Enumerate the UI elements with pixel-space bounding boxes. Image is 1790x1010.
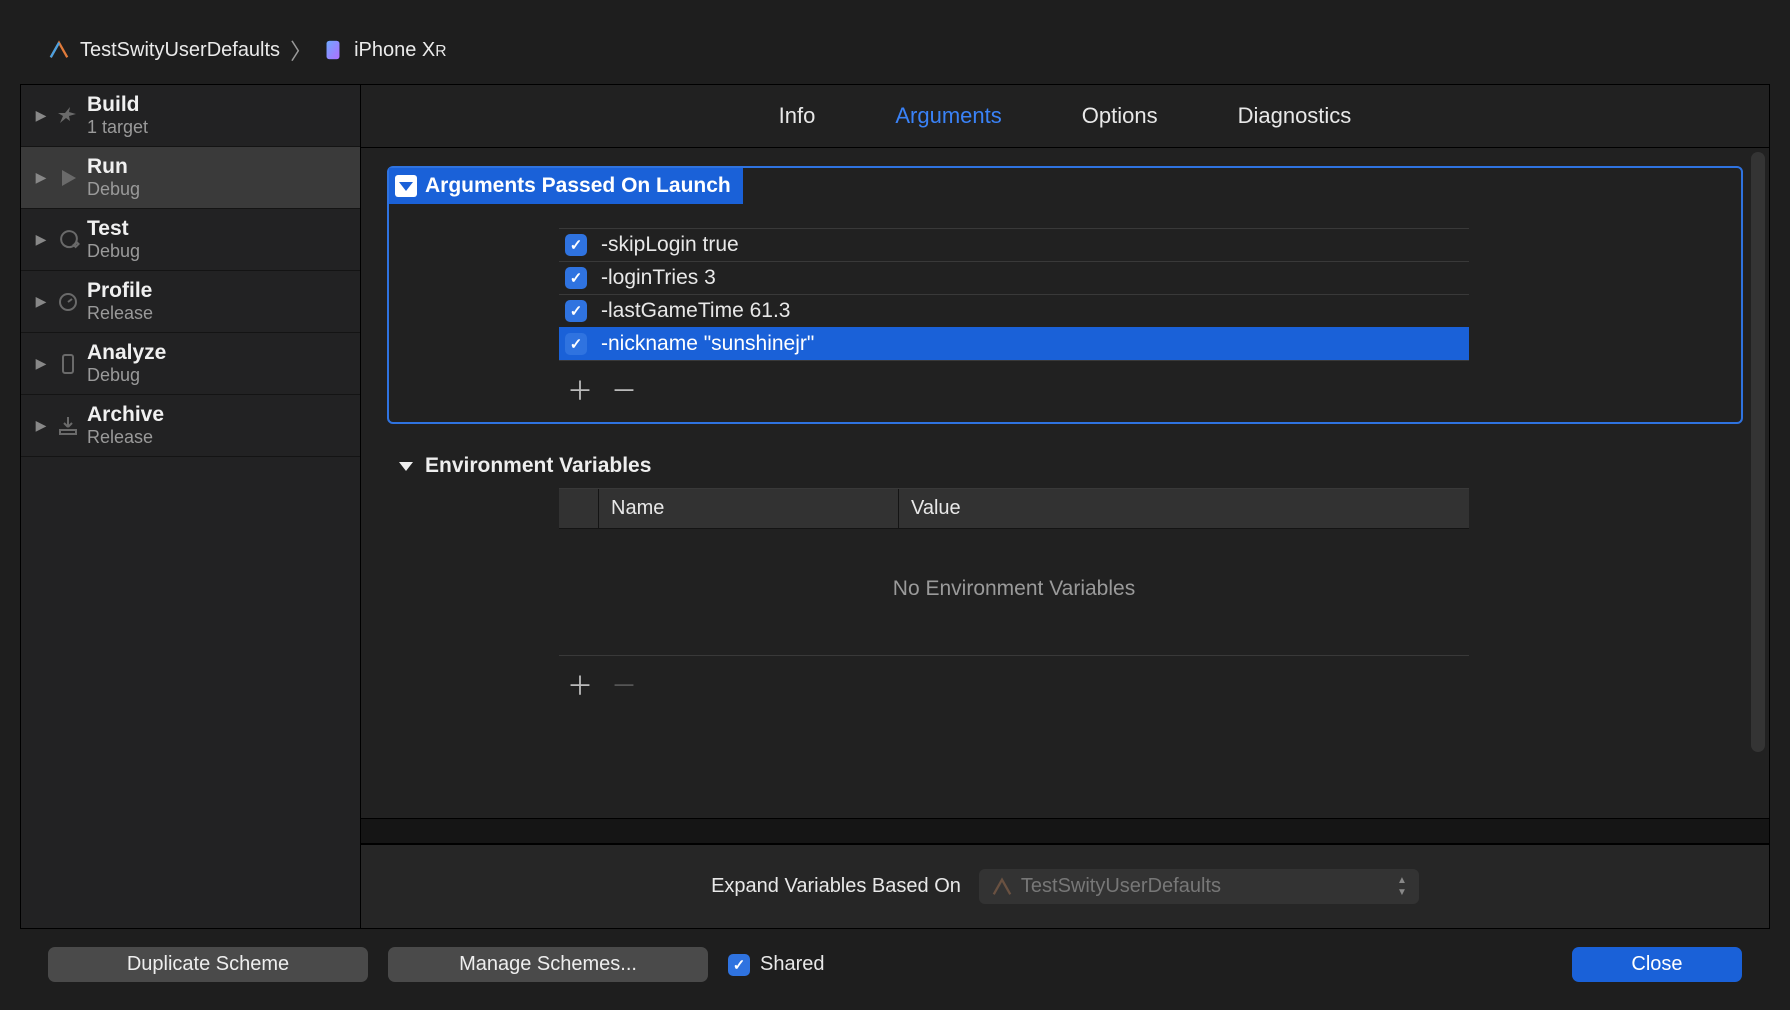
add-argument-button[interactable]: ＋	[567, 371, 593, 408]
expand-variables-bar: Expand Variables Based On TestSwityUserD…	[361, 844, 1769, 928]
sidebar-item-title: Build	[87, 93, 148, 117]
env-section-header[interactable]: Environment Variables	[389, 448, 663, 484]
sidebar-item-sub: 1 target	[87, 117, 148, 138]
arguments-section-title: Arguments Passed On Launch	[425, 174, 731, 198]
env-table-header: Name Value	[559, 489, 1469, 529]
tab-diagnostics[interactable]: Diagnostics	[1238, 103, 1352, 129]
updown-icon: ▲▼	[1397, 875, 1407, 898]
close-button[interactable]: Close	[1572, 947, 1742, 982]
sidebar-item-title: Archive	[87, 403, 164, 427]
arguments-section: Arguments Passed On Launch ✓ -skipLogin t…	[387, 166, 1743, 424]
argument-row[interactable]: ✓ -nickname "sunshinejr"	[559, 327, 1469, 361]
env-section-title: Environment Variables	[425, 454, 651, 478]
app-icon	[991, 876, 1013, 898]
env-col-name[interactable]: Name	[599, 489, 899, 528]
content: ▶Build1 target▶RunDebug▶TestDebug▶Profil…	[20, 84, 1770, 929]
expand-variables-dropdown[interactable]: TestSwityUserDefaults ▲▼	[979, 869, 1419, 904]
arguments-list: ✓ -skipLogin true ✓ -loginTries 3 ✓ -lastGame…	[559, 228, 1469, 361]
scrollbar[interactable]	[1751, 152, 1765, 752]
argument-enabled-checkbox[interactable]: ✓	[565, 333, 587, 355]
checkbox-icon: ✓	[728, 954, 750, 976]
argument-text[interactable]: -loginTries 3	[601, 266, 716, 290]
sidebar-item-sub: Release	[87, 427, 164, 448]
sidebar-item-title: Test	[87, 217, 140, 241]
sidebar: ▶Build1 target▶RunDebug▶TestDebug▶Profil…	[21, 85, 361, 928]
env-add-remove: ＋ －	[567, 666, 1741, 703]
sidebar-item-sub: Release	[87, 303, 153, 324]
argument-row[interactable]: ✓ -lastGameTime 61.3	[559, 294, 1469, 327]
sidebar-item-analyze[interactable]: ▶ AnalyzeDebug	[21, 333, 360, 395]
sidebar-item-title: Run	[87, 155, 140, 179]
argument-enabled-checkbox[interactable]: ✓	[565, 267, 587, 289]
disclosure-triangle-icon[interactable]: ▶	[33, 169, 49, 186]
arguments-add-remove: ＋ －	[567, 371, 1741, 408]
add-env-button[interactable]: ＋	[567, 666, 593, 703]
env-empty-label: No Environment Variables	[559, 529, 1469, 655]
test-icon	[53, 225, 83, 255]
app-icon	[48, 39, 70, 61]
sidebar-item-title: Analyze	[87, 341, 166, 365]
shared-label: Shared	[760, 953, 825, 976]
archive-icon	[53, 411, 83, 441]
sidebar-item-test[interactable]: ▶ TestDebug	[21, 209, 360, 271]
disclosure-triangle-icon[interactable]	[395, 175, 417, 197]
disclosure-triangle-icon[interactable]: ▶	[33, 107, 49, 124]
analyze-icon	[53, 349, 83, 379]
tab-options[interactable]: Options	[1082, 103, 1158, 129]
tab-arguments[interactable]: Arguments	[895, 103, 1001, 129]
build-icon	[53, 101, 83, 131]
shared-checkbox[interactable]: ✓ Shared	[728, 953, 825, 976]
env-section: Environment Variables Name Value No Envi…	[387, 446, 1743, 719]
run-icon	[53, 163, 83, 193]
breadcrumb-scheme[interactable]: TestSwityUserDefaults	[80, 39, 280, 62]
sidebar-item-archive[interactable]: ▶ ArchiveRelease	[21, 395, 360, 457]
main-panel: Info Arguments Options Diagnostics Argument…	[361, 85, 1769, 928]
disclosure-triangle-icon[interactable]: ▶	[33, 231, 49, 248]
footer: Duplicate Scheme Manage Schemes... ✓ Sha…	[20, 929, 1770, 990]
breadcrumb-device[interactable]: iPhone XR	[354, 39, 446, 62]
env-table: Name Value No Environment Variables	[559, 488, 1469, 656]
env-col-value[interactable]: Value	[899, 489, 1469, 528]
argument-text[interactable]: -skipLogin true	[601, 233, 739, 257]
profile-icon	[53, 287, 83, 317]
arguments-section-header[interactable]: Arguments Passed On Launch	[389, 168, 743, 204]
scheme-editor-window: TestSwityUserDefaults 〉 iPhone XR ▶ Build…	[0, 0, 1790, 1010]
argument-text[interactable]: -lastGameTime 61.3	[601, 299, 790, 323]
sidebar-item-sub: Debug	[87, 241, 140, 262]
expand-variables-label: Expand Variables Based On	[711, 875, 961, 898]
sidebar-item-title: Profile	[87, 279, 153, 303]
disclosure-triangle-icon[interactable]: ▶	[33, 293, 49, 310]
disclosure-triangle-icon[interactable]	[395, 455, 417, 477]
breadcrumb[interactable]: TestSwityUserDefaults 〉 iPhone XR	[20, 20, 1770, 80]
divider	[361, 818, 1769, 844]
argument-text[interactable]: -nickname "sunshinejr"	[601, 332, 814, 356]
manage-schemes-button[interactable]: Manage Schemes...	[388, 947, 708, 982]
argument-enabled-checkbox[interactable]: ✓	[565, 300, 587, 322]
sidebar-item-sub: Debug	[87, 179, 140, 200]
disclosure-triangle-icon[interactable]: ▶	[33, 355, 49, 372]
remove-argument-button[interactable]: －	[611, 371, 637, 408]
argument-row[interactable]: ✓ -loginTries 3	[559, 261, 1469, 294]
sidebar-item-run[interactable]: ▶ RunDebug	[21, 147, 360, 209]
chevron-right-icon: 〉	[290, 34, 312, 66]
scroll-area: Arguments Passed On Launch ✓ -skipLogin t…	[361, 148, 1769, 818]
duplicate-scheme-button[interactable]: Duplicate Scheme	[48, 947, 368, 982]
tab-info[interactable]: Info	[779, 103, 816, 129]
remove-env-button[interactable]: －	[611, 666, 637, 703]
sidebar-item-profile[interactable]: ▶ ProfileRelease	[21, 271, 360, 333]
sidebar-item-sub: Debug	[87, 365, 166, 386]
disclosure-triangle-icon[interactable]: ▶	[33, 417, 49, 434]
expand-variables-value: TestSwityUserDefaults	[1021, 875, 1221, 898]
simulator-icon	[322, 39, 344, 61]
tabs: Info Arguments Options Diagnostics	[361, 85, 1769, 148]
env-col-enabled[interactable]	[559, 489, 599, 528]
argument-enabled-checkbox[interactable]: ✓	[565, 234, 587, 256]
sidebar-item-build[interactable]: ▶ Build1 target	[21, 85, 360, 147]
argument-row[interactable]: ✓ -skipLogin true	[559, 228, 1469, 261]
